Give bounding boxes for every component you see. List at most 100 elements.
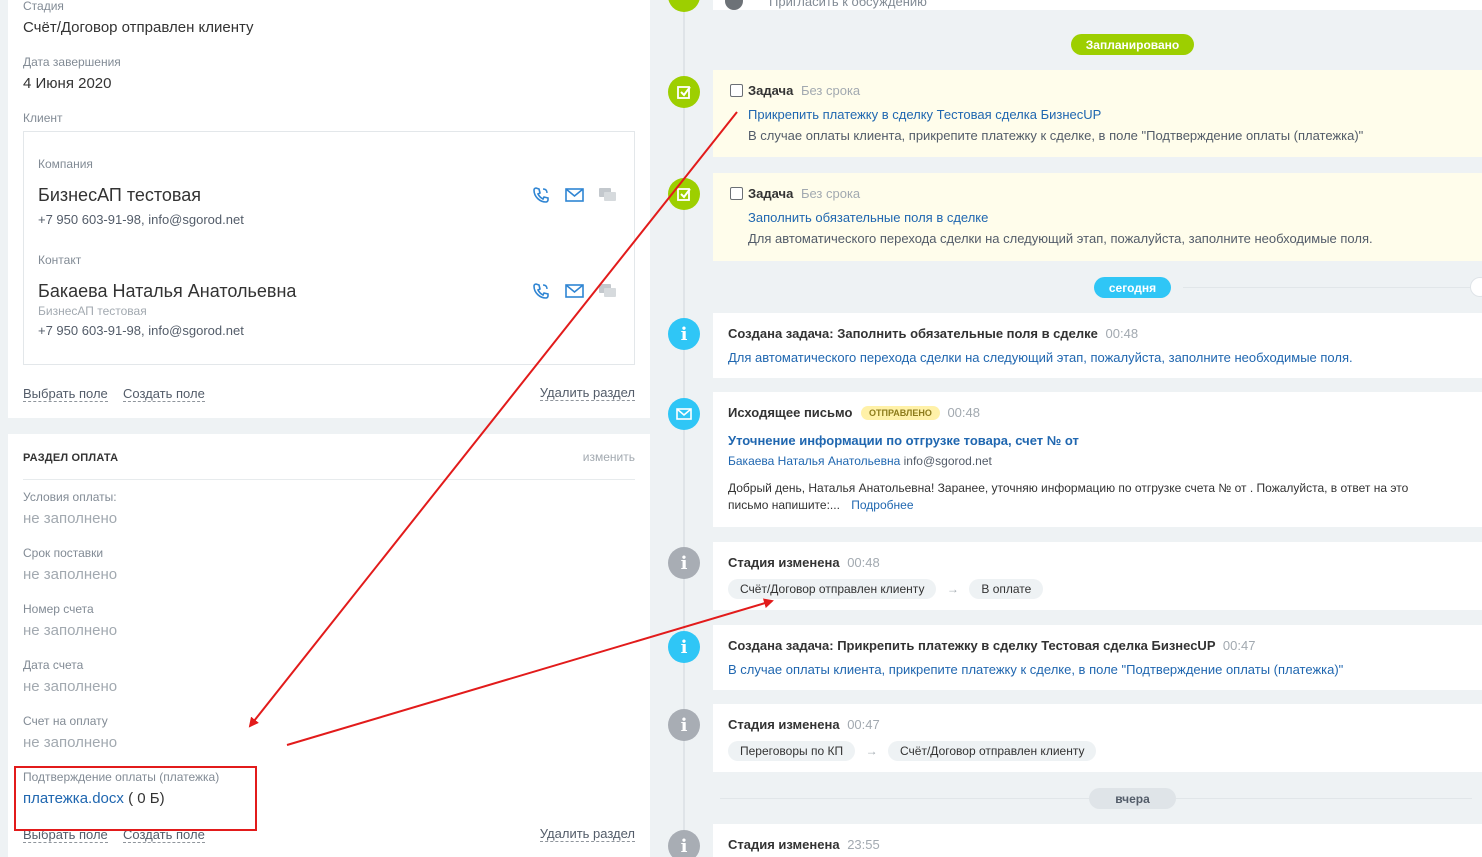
stage-to: В оплате xyxy=(969,579,1044,599)
mail-icon[interactable] xyxy=(564,282,585,300)
create-field-link[interactable]: Создать поле xyxy=(123,828,205,843)
stage-change-card: Стадия изменена 23:55 xyxy=(713,824,1482,857)
stage-change-time: 00:47 xyxy=(847,717,880,732)
email-subject[interactable]: Уточнение информации по отгрузке товара,… xyxy=(728,433,1079,448)
email-recipient[interactable]: Бакаева Наталья Анатольевна xyxy=(728,454,900,468)
activity-time: 00:47 xyxy=(1222,638,1256,653)
company-actions xyxy=(531,186,618,204)
stage-to: Счёт/Договор отправлен клиенту xyxy=(888,741,1097,761)
client-box: Компания БизнесАП тестовая +7 950 603-91… xyxy=(23,131,635,365)
stage-change-title: Стадия изменена 23:55 xyxy=(728,837,880,852)
payment-file-link[interactable]: платежка.docx xyxy=(23,790,124,807)
payment-file-size: ( 0 Б) xyxy=(128,790,165,807)
divider xyxy=(23,479,635,480)
stage-change-time: 23:55 xyxy=(847,837,880,852)
invoice-date-label: Дата счета xyxy=(23,658,84,672)
deal-details-panel: Стадия Счёт/Договор отправлен клиенту Да… xyxy=(0,0,660,857)
task-title: Задача Без срока xyxy=(748,186,860,201)
info-icon: i xyxy=(668,547,700,579)
task-title-text: Задача xyxy=(748,83,794,98)
payment-terms-label: Условия оплаты: xyxy=(23,490,117,504)
payment-section-edit[interactable]: изменить xyxy=(583,450,635,464)
task-checkbox[interactable] xyxy=(730,84,743,97)
contact-label: Контакт xyxy=(38,253,82,267)
contact-name[interactable]: Бакаева Наталья Анатольевна xyxy=(38,281,296,302)
stage-change-time: 00:48 xyxy=(847,555,880,570)
invite-text[interactable]: Пригласить к обсуждению xyxy=(769,0,927,9)
contact-actions xyxy=(531,282,618,300)
delivery-term-value[interactable]: не заполнено xyxy=(23,566,117,583)
yesterday-divider: вчера xyxy=(1089,788,1176,809)
stage-from: Переговоры по КП xyxy=(728,741,856,761)
email-recipient-row: Бакаева Наталья Анатольевна info@sgorod.… xyxy=(728,454,992,468)
email-recipient-address: info@sgorod.net xyxy=(903,454,992,468)
phone-icon[interactable] xyxy=(531,282,552,300)
stage-value[interactable]: Счёт/Договор отправлен клиенту xyxy=(23,19,254,36)
email-title-text: Исходящее письмо xyxy=(728,405,853,420)
email-card: Исходящее письмо ОТПРАВЛЕНО 00:48 Уточне… xyxy=(713,392,1482,527)
info-icon: i xyxy=(668,631,700,663)
payment-confirm-value: платежка.docx ( 0 Б) xyxy=(23,790,165,807)
client-label: Клиент xyxy=(23,111,63,125)
chat-icon[interactable] xyxy=(597,186,618,204)
activity-title-text: Создана задача: Заполнить обязательные п… xyxy=(728,326,1098,341)
task-description: Для автоматического перехода сделки на с… xyxy=(748,231,1373,246)
chat-icon[interactable] xyxy=(597,282,618,300)
comment-icon xyxy=(668,0,700,12)
stage-transition: Счёт/Договор отправлен клиенту → В оплат… xyxy=(728,579,1044,599)
task-title-text: Задача xyxy=(748,186,794,201)
activity-link[interactable]: Для автоматического перехода сделки на с… xyxy=(728,350,1353,365)
scroll-toggle[interactable] xyxy=(1470,277,1482,297)
task-link[interactable]: Заполнить обязательные поля в сделке xyxy=(748,210,988,225)
stage-change-title: Стадия изменена 00:47 xyxy=(728,717,880,732)
activity-card: Создана задача: Заполнить обязательные п… xyxy=(713,313,1482,378)
stage-change-card: Стадия изменена 00:47 Переговоры по КП →… xyxy=(713,704,1482,772)
general-section: Стадия Счёт/Договор отправлен клиенту Да… xyxy=(8,0,650,418)
company-info: +7 950 603-91-98, info@sgorod.net xyxy=(38,212,244,227)
email-title: Исходящее письмо ОТПРАВЛЕНО 00:48 xyxy=(728,405,980,420)
select-field-link[interactable]: Выбрать поле xyxy=(23,828,108,843)
create-field-link[interactable]: Создать поле xyxy=(123,387,205,402)
activity-title: Создана задача: Заполнить обязательные п… xyxy=(728,326,1138,341)
invoice-file-label: Счет на оплату xyxy=(23,714,108,728)
task-checkbox[interactable] xyxy=(730,187,743,200)
task-card: Задача Без срока Заполнить обязательные … xyxy=(713,173,1482,261)
email-body: Добрый день, Наталья Анатольевна! Заране… xyxy=(728,481,1409,495)
end-date-value[interactable]: 4 Июня 2020 xyxy=(23,75,111,92)
delete-section-link[interactable]: Удалить раздел xyxy=(539,827,635,842)
invoice-file-value[interactable]: не заполнено xyxy=(23,734,117,751)
task-deadline[interactable]: Без срока xyxy=(801,83,860,98)
arrow-right-icon: → xyxy=(946,582,959,596)
company-name[interactable]: БизнесАП тестовая xyxy=(38,185,201,206)
mail-icon[interactable] xyxy=(564,186,585,204)
task-link[interactable]: Прикрепить платежку в сделку Тестовая сд… xyxy=(748,107,1101,122)
task-description: В случае оплаты клиента, прикрепите плат… xyxy=(748,128,1364,143)
activity-link[interactable]: В случае оплаты клиента, прикрепите плат… xyxy=(728,662,1343,677)
info-icon: i xyxy=(668,709,700,741)
company-label: Компания xyxy=(38,157,93,171)
invoice-date-value[interactable]: не заполнено xyxy=(23,678,117,695)
task-card: Задача Без срока Прикрепить платежку в с… xyxy=(713,70,1482,157)
email-body-line: письмо напишите:... xyxy=(728,498,840,512)
payment-section: РАЗДЕЛ ОПЛАТА изменить Условия оплаты: н… xyxy=(8,434,650,857)
stage-label: Стадия xyxy=(23,0,64,13)
payment-section-title: РАЗДЕЛ ОПЛАТА xyxy=(23,452,119,464)
delete-section-link[interactable]: Удалить раздел xyxy=(539,386,635,401)
activity-time: 00:48 xyxy=(1105,326,1139,341)
stage-change-title-text: Стадия изменена xyxy=(728,837,840,852)
activity-card: Создана задача: Прикрепить платежку в сд… xyxy=(713,625,1482,690)
activity-title-text: Создана задача: Прикрепить платежку в сд… xyxy=(728,638,1216,653)
delivery-term-label: Срок поставки xyxy=(23,546,104,560)
invoice-number-label: Номер счета xyxy=(23,602,94,616)
task-check-icon xyxy=(668,178,700,210)
payment-terms-value[interactable]: не заполнено xyxy=(23,510,117,527)
task-check-icon xyxy=(668,76,700,108)
select-field-link[interactable]: Выбрать поле xyxy=(23,387,108,402)
more-link[interactable]: Подробнее xyxy=(851,498,913,512)
stage-from: Счёт/Договор отправлен клиенту xyxy=(728,579,937,599)
task-title: Задача Без срока xyxy=(748,83,860,98)
invoice-number-value[interactable]: не заполнено xyxy=(23,622,117,639)
phone-icon[interactable] xyxy=(531,186,552,204)
task-deadline[interactable]: Без срока xyxy=(801,186,860,201)
comment-input-row[interactable]: Пригласить к обсуждению xyxy=(713,0,1482,10)
